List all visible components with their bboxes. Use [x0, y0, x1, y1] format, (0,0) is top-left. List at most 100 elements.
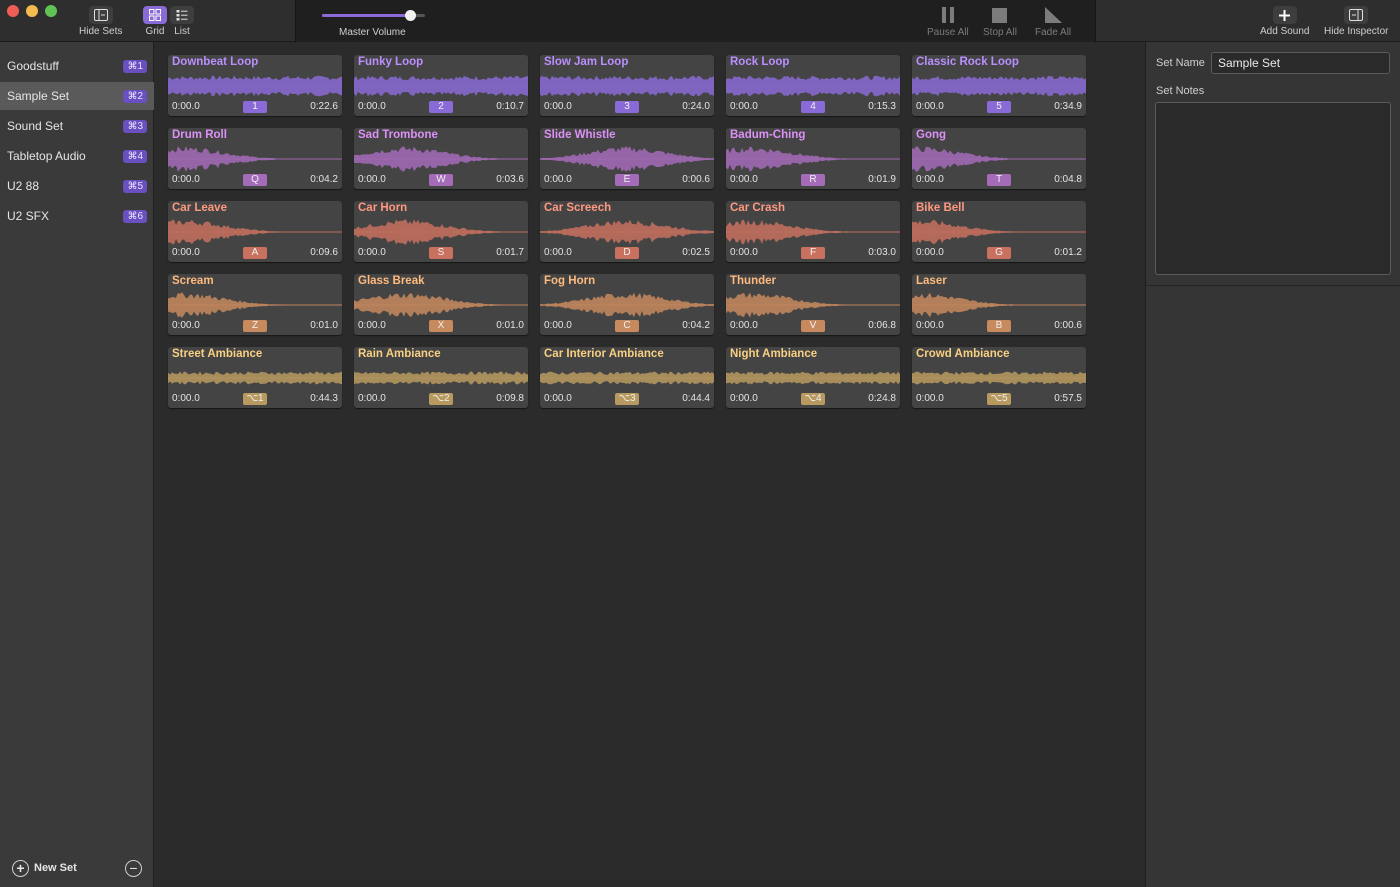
- sound-name: Glass Break: [358, 275, 425, 287]
- set-shortcut-badge: ⌘2: [123, 89, 147, 103]
- master-volume-fill: [322, 14, 410, 17]
- sidebar-set-item[interactable]: Tabletop Audio ⌘4: [0, 142, 154, 170]
- sound-tile[interactable]: Classic Rock Loop 0:00.0 5 0:34.9: [912, 55, 1086, 116]
- sound-tile[interactable]: Bike Bell 0:00.0 G 0:01.2: [912, 201, 1086, 262]
- sound-tile[interactable]: Car Screech 0:00.0 D 0:02.5: [540, 201, 714, 262]
- sound-tile[interactable]: Car Interior Ambiance 0:00.0 ⌥3 0:44.4: [540, 347, 714, 408]
- sound-duration: 0:01.2: [1054, 247, 1082, 258]
- set-name: Tabletop Audio: [7, 149, 86, 163]
- hotkey-badge: G: [987, 247, 1011, 259]
- waveform: [354, 75, 528, 97]
- sound-duration: 0:15.3: [868, 101, 896, 112]
- sidebar-set-item[interactable]: Goodstuff ⌘1: [0, 52, 154, 80]
- hotkey-badge: T: [987, 174, 1011, 186]
- sound-duration: 0:00.6: [682, 174, 710, 185]
- minimize-window-button[interactable]: [26, 5, 38, 17]
- sound-start-time: 0:00.0: [172, 393, 200, 404]
- stop-all-button[interactable]: Stop All: [983, 6, 1017, 38]
- sound-name: Classic Rock Loop: [916, 56, 1019, 68]
- hotkey-badge: A: [243, 247, 267, 259]
- waveform: [912, 371, 1086, 385]
- sound-tile[interactable]: Laser 0:00.0 B 0:00.6: [912, 274, 1086, 335]
- sound-tile[interactable]: Car Crash 0:00.0 F 0:03.0: [726, 201, 900, 262]
- sound-duration: 0:01.0: [310, 320, 338, 331]
- sidebar-set-item[interactable]: Sound Set ⌘3: [0, 112, 154, 140]
- sound-duration: 0:01.7: [496, 247, 524, 258]
- sound-start-time: 0:00.0: [730, 174, 758, 185]
- hotkey-badge: S: [429, 247, 453, 259]
- master-volume-knob[interactable]: [404, 10, 416, 21]
- set-notes-field[interactable]: [1155, 102, 1391, 275]
- list-view-button[interactable]: List: [170, 6, 194, 37]
- stop-icon: [992, 6, 1008, 24]
- sound-name: Sad Trombone: [358, 129, 438, 141]
- set-name-field[interactable]: [1211, 52, 1390, 74]
- hide-inspector-button[interactable]: Hide Inspector: [1324, 6, 1388, 37]
- hotkey-badge: 2: [429, 101, 453, 113]
- sound-tile[interactable]: Slide Whistle 0:00.0 E 0:00.6: [540, 128, 714, 189]
- sound-tile[interactable]: Car Leave 0:00.0 A 0:09.6: [168, 201, 342, 262]
- hotkey-badge: E: [615, 174, 639, 186]
- sound-name: Car Leave: [172, 202, 227, 214]
- hotkey-badge: 1: [243, 101, 267, 113]
- sound-tile[interactable]: Thunder 0:00.0 V 0:06.8: [726, 274, 900, 335]
- fade-all-button[interactable]: Fade All: [1035, 6, 1071, 38]
- hotkey-badge: Q: [243, 174, 267, 186]
- sound-name: Rain Ambiance: [358, 348, 441, 360]
- sound-duration: 0:09.6: [310, 247, 338, 258]
- sound-tile[interactable]: Funky Loop 0:00.0 2 0:10.7: [354, 55, 528, 116]
- grid-icon: [143, 6, 167, 24]
- plus-icon: [1272, 6, 1297, 24]
- grid-view-button[interactable]: Grid: [143, 6, 167, 37]
- sound-tile[interactable]: Glass Break 0:00.0 X 0:01.0: [354, 274, 528, 335]
- sound-name: Car Crash: [730, 202, 785, 214]
- sound-start-time: 0:00.0: [544, 247, 572, 258]
- set-name: U2 88: [7, 179, 40, 193]
- waveform: [726, 371, 900, 385]
- pause-all-button[interactable]: Pause All: [927, 6, 969, 38]
- sound-tile[interactable]: Night Ambiance 0:00.0 ⌥4 0:24.8: [726, 347, 900, 408]
- sound-tile[interactable]: Rain Ambiance 0:00.0 ⌥2 0:09.8: [354, 347, 528, 408]
- close-window-button[interactable]: [7, 5, 19, 17]
- sound-start-time: 0:00.0: [916, 320, 944, 331]
- waveform: [354, 219, 528, 245]
- sound-tile[interactable]: Drum Roll 0:00.0 Q 0:04.2: [168, 128, 342, 189]
- sound-tile[interactable]: Fog Horn 0:00.0 C 0:04.2: [540, 274, 714, 335]
- sound-start-time: 0:00.0: [730, 320, 758, 331]
- zoom-window-button[interactable]: [45, 5, 57, 17]
- sound-tile[interactable]: Scream 0:00.0 Z 0:01.0: [168, 274, 342, 335]
- sidebar-set-item[interactable]: Sample Set ⌘2: [0, 82, 154, 110]
- sound-tile[interactable]: Slow Jam Loop 0:00.0 3 0:24.0: [540, 55, 714, 116]
- sound-name: Street Ambiance: [172, 348, 263, 360]
- hide-sets-button[interactable]: Hide Sets: [79, 6, 122, 37]
- sidebar-set-item[interactable]: U2 SFX ⌘6: [0, 202, 154, 230]
- stop-all-label: Stop All: [983, 27, 1017, 38]
- waveform: [168, 292, 342, 318]
- sound-tile[interactable]: Crowd Ambiance 0:00.0 ⌥5 0:57.5: [912, 347, 1086, 408]
- sound-duration: 0:24.0: [682, 101, 710, 112]
- sound-tile[interactable]: Downbeat Loop 0:00.0 1 0:22.6: [168, 55, 342, 116]
- set-name: Sound Set: [7, 119, 64, 133]
- waveform: [354, 146, 528, 172]
- sound-tile[interactable]: Sad Trombone 0:00.0 W 0:03.6: [354, 128, 528, 189]
- sound-name: Thunder: [730, 275, 776, 287]
- set-shortcut-badge: ⌘4: [123, 149, 147, 163]
- sound-duration: 0:00.6: [1054, 320, 1082, 331]
- master-volume-slider[interactable]: [322, 10, 425, 21]
- sound-tile[interactable]: Rock Loop 0:00.0 4 0:15.3: [726, 55, 900, 116]
- sound-tile[interactable]: Street Ambiance 0:00.0 ⌥1 0:44.3: [168, 347, 342, 408]
- sidebar-set-item[interactable]: U2 88 ⌘5: [0, 172, 154, 200]
- set-name: U2 SFX: [7, 209, 50, 223]
- add-sound-button[interactable]: Add Sound: [1260, 6, 1310, 37]
- hotkey-badge: ⌥2: [429, 393, 453, 405]
- new-set-button[interactable]: + New Set: [12, 859, 77, 877]
- waveform: [726, 146, 900, 172]
- remove-set-button[interactable]: −: [125, 859, 142, 877]
- sound-tile[interactable]: Gong 0:00.0 T 0:04.8: [912, 128, 1086, 189]
- sound-tile[interactable]: Badum-Ching 0:00.0 R 0:01.9: [726, 128, 900, 189]
- set-name: Sample Set: [7, 89, 70, 103]
- sound-name: Gong: [916, 129, 947, 141]
- sound-tile[interactable]: Car Horn 0:00.0 S 0:01.7: [354, 201, 528, 262]
- transport-bar: Master Volume Pause All Stop All Fade Al…: [295, 0, 1096, 42]
- list-label: List: [174, 26, 190, 37]
